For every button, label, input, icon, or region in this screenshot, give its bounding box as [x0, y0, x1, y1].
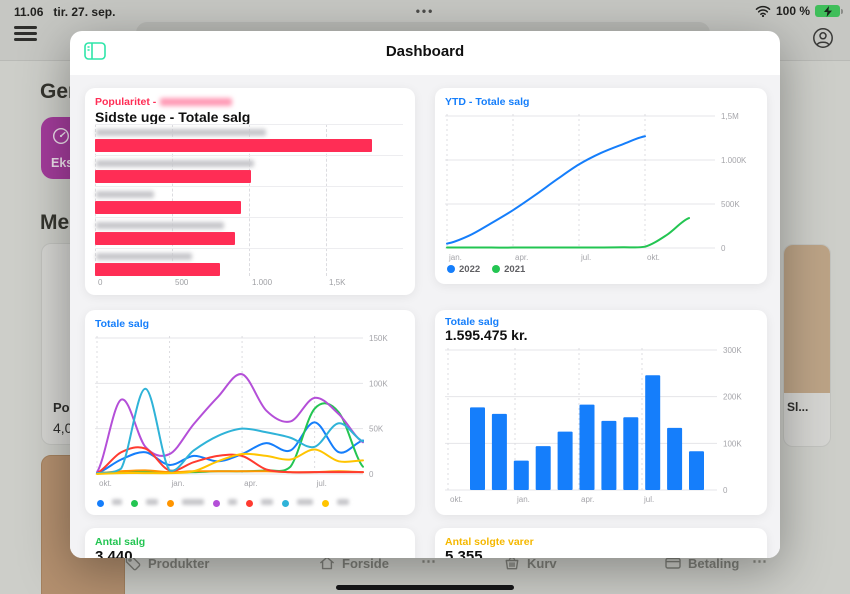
legend-item — [131, 498, 158, 509]
legend-item — [322, 498, 349, 509]
status-time: 11.06 — [14, 5, 43, 19]
popularity-x-axis: 0 500 1.000 1,5K — [95, 278, 403, 290]
card-total-value: 1.595.475 kr. — [445, 327, 528, 343]
x-tick-label: 0 — [98, 278, 102, 287]
popularity-bar-chart — [95, 124, 403, 279]
ytd-legend: 2022 2021 — [447, 264, 525, 275]
svg-text:300K: 300K — [723, 346, 742, 355]
card-title: YTD - Totale salg — [445, 96, 529, 108]
redacted-product-label — [96, 222, 224, 229]
multitask-dots-icon: ••• — [416, 4, 435, 18]
card-monthly-lines[interactable]: Totale salg 0 50K 100K 150K okt. jan. apr. jul. — [85, 310, 415, 515]
monthly-sales-line-chart: 0 50K 100K 150K okt. jan. apr. jul. — [95, 334, 405, 494]
account-icon[interactable] — [811, 26, 835, 50]
legend-item — [282, 498, 313, 509]
popularity-row — [95, 248, 403, 279]
bar — [95, 139, 372, 152]
popularity-row — [95, 155, 403, 186]
legend-item: 2022 — [447, 264, 480, 275]
dashboard-modal: Dashboard Popularitet - Sidste uge - Tot… — [70, 31, 780, 558]
legend-item — [167, 498, 204, 509]
svg-text:apr.: apr. — [244, 479, 257, 488]
svg-text:jul.: jul. — [316, 479, 327, 488]
battery-charging-icon — [815, 5, 840, 17]
bar — [95, 232, 235, 245]
redacted-product-label — [96, 129, 266, 136]
svg-text:apr.: apr. — [515, 253, 528, 262]
legend-item — [213, 498, 237, 509]
battery-percent: 100 % — [776, 4, 810, 18]
svg-text:50K: 50K — [369, 425, 384, 434]
redacted-product-label — [96, 253, 192, 260]
bar — [95, 170, 251, 183]
svg-text:200K: 200K — [723, 393, 742, 402]
monthly-sales-bar-chart: 0 100K 200K 300K okt. jan. apr. jul. — [445, 344, 757, 510]
svg-text:jul.: jul. — [643, 495, 654, 504]
svg-text:apr.: apr. — [581, 495, 594, 504]
modal-title: Dashboard — [70, 43, 780, 60]
card-ytd[interactable]: YTD - Totale salg 0 500K 1.000K 1,5M jan. apr… — [435, 88, 767, 284]
svg-text:100K: 100K — [723, 439, 742, 448]
redacted-product-label — [96, 191, 154, 198]
svg-text:500K: 500K — [721, 200, 740, 209]
card-monthly-bars[interactable]: Totale salg 1.595.475 kr. 0100K200K300Ko… — [435, 310, 767, 515]
svg-text:150K: 150K — [369, 334, 388, 343]
product-name: Sl... — [787, 400, 808, 414]
svg-text:100K: 100K — [369, 379, 388, 388]
svg-text:0: 0 — [723, 486, 728, 495]
x-tick-label: 1.000 — [252, 278, 272, 287]
svg-text:1,5M: 1,5M — [721, 112, 739, 121]
svg-text:jan.: jan. — [448, 253, 462, 262]
svg-text:0: 0 — [369, 470, 374, 479]
bar — [95, 263, 220, 276]
bar — [95, 201, 241, 214]
popularity-row — [95, 124, 403, 155]
gauge-icon — [51, 126, 71, 146]
svg-text:jan.: jan. — [171, 479, 185, 488]
svg-text:jul.: jul. — [580, 253, 591, 262]
popularity-row — [95, 217, 403, 248]
product-card-right[interactable]: Sl... — [783, 244, 831, 447]
redacted-product-label — [96, 160, 254, 167]
wifi-icon — [755, 5, 771, 17]
status-indicators: 100 % — [755, 4, 840, 18]
menu-icon[interactable] — [14, 26, 37, 41]
x-tick-label: 1,5K — [329, 278, 345, 287]
product-image — [784, 245, 830, 393]
svg-text:jan.: jan. — [516, 495, 530, 504]
ipad-screen: 11.06tir. 27. sep. ••• 100 % Gen Eks Mes — [0, 0, 850, 594]
status-clock: 11.06 tir. 27. sep. — [14, 5, 115, 19]
legend-item — [246, 498, 273, 509]
monthly-lines-legend — [97, 498, 349, 509]
card-title: Popularitet - — [95, 96, 232, 108]
redacted-store-name — [160, 98, 232, 106]
card-sales-count[interactable]: Antal salg 3.440 — [85, 528, 415, 558]
card-popularity[interactable]: Popularitet - Sidste uge - Totale salg 0… — [85, 88, 415, 295]
home-indicator[interactable] — [336, 585, 514, 590]
svg-text:okt.: okt. — [99, 479, 112, 488]
svg-text:1.000K: 1.000K — [721, 156, 747, 165]
svg-text:okt.: okt. — [450, 495, 463, 504]
card-value: 5.355 — [445, 548, 483, 558]
svg-text:okt.: okt. — [647, 253, 660, 262]
card-title: Totale salg — [95, 318, 149, 330]
legend-item — [97, 498, 122, 509]
ytd-line-chart: 0 500K 1.000K 1,5M jan. apr. jul. okt. — [445, 112, 757, 264]
svg-text:0: 0 — [721, 244, 726, 253]
popularity-row — [95, 186, 403, 217]
card-title: Antal solgte varer — [445, 536, 534, 548]
x-tick-label: 500 — [175, 278, 188, 287]
card-items-sold[interactable]: Antal solgte varer 5.355 — [435, 528, 767, 558]
card-value: 3.440 — [95, 548, 133, 558]
legend-item: 2021 — [492, 264, 525, 275]
card-subtitle: Sidste uge - Totale salg — [95, 109, 250, 125]
status-date: tir. 27. sep. — [53, 5, 115, 19]
card-title: Antal salg — [95, 536, 145, 548]
